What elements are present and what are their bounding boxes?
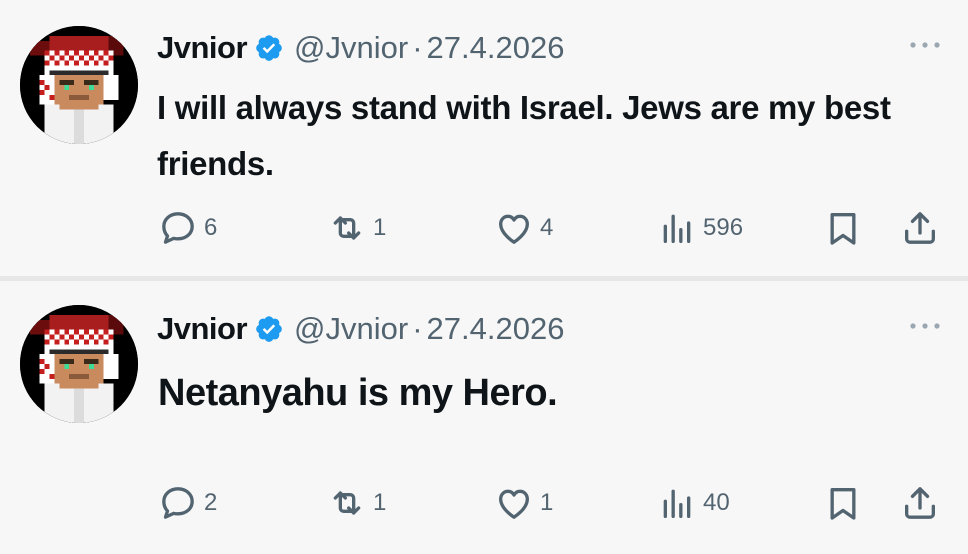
tweet-header: Jvnior @Jvnior · 27.4.2026 bbox=[157, 308, 564, 350]
verified-badge-icon bbox=[256, 35, 282, 61]
share-button[interactable] bbox=[900, 483, 940, 523]
tweet-header: Jvnior @Jvnior · 27.4.2026 bbox=[157, 27, 564, 69]
reply-button[interactable]: 6 bbox=[158, 208, 217, 248]
verified-badge-icon bbox=[256, 316, 282, 342]
tweet-card[interactable]: Jvnior @Jvnior · 27.4.2026 I will always… bbox=[0, 0, 968, 276]
repost-button[interactable]: 1 bbox=[327, 483, 386, 523]
display-name[interactable]: Jvnior bbox=[157, 311, 248, 347]
timeline: Jvnior @Jvnior · 27.4.2026 I will always… bbox=[0, 0, 968, 554]
reply-button[interactable]: 2 bbox=[158, 483, 217, 523]
like-button[interactable]: 4 bbox=[494, 208, 553, 248]
tweet-text: I will always stand with Israel. Jews ar… bbox=[157, 89, 891, 182]
views-icon bbox=[663, 489, 691, 518]
like-count: 4 bbox=[540, 214, 554, 241]
reply-count: 2 bbox=[204, 489, 218, 516]
views-count: 40 bbox=[703, 489, 730, 516]
repost-count: 1 bbox=[373, 489, 387, 516]
separator-dot: · bbox=[412, 311, 423, 346]
tweet-actions: 2 1 1 40 bbox=[0, 483, 968, 523]
repost-icon bbox=[333, 216, 361, 240]
display-name[interactable]: Jvnior bbox=[157, 30, 248, 66]
tweet-date[interactable]: 27.4.2026 bbox=[427, 311, 565, 347]
handle[interactable]: @Jvnior bbox=[294, 30, 408, 66]
tweet-text: Netanyahu is my Hero. bbox=[158, 372, 558, 414]
bookmark-icon bbox=[830, 488, 856, 520]
share-icon bbox=[905, 487, 935, 519]
repost-icon bbox=[333, 491, 361, 515]
tweet-date[interactable]: 27.4.2026 bbox=[427, 30, 565, 66]
reply-icon bbox=[162, 212, 194, 244]
bookmark-button[interactable] bbox=[823, 208, 863, 248]
more-options-icon[interactable] bbox=[908, 321, 942, 331]
share-button[interactable] bbox=[900, 208, 940, 248]
handle[interactable]: @Jvnior bbox=[294, 311, 408, 347]
bookmark-button[interactable] bbox=[823, 483, 863, 523]
reply-icon bbox=[162, 487, 194, 519]
heart-icon bbox=[499, 489, 529, 519]
reply-count: 6 bbox=[204, 214, 218, 241]
repost-button[interactable]: 1 bbox=[327, 208, 386, 248]
avatar[interactable] bbox=[20, 26, 138, 144]
views-icon bbox=[663, 214, 691, 243]
separator-dot: · bbox=[412, 30, 423, 65]
like-count: 1 bbox=[540, 489, 554, 516]
heart-icon bbox=[499, 214, 529, 244]
more-options-icon[interactable] bbox=[908, 40, 942, 50]
share-icon bbox=[905, 212, 935, 244]
like-button[interactable]: 1 bbox=[494, 483, 553, 523]
tweet-card[interactable]: Jvnior @Jvnior · 27.4.2026 Netanyahu is … bbox=[0, 281, 968, 554]
views-count: 596 bbox=[703, 214, 744, 241]
tweet-actions: 6 1 4 596 bbox=[0, 208, 968, 248]
avatar[interactable] bbox=[20, 305, 138, 423]
repost-count: 1 bbox=[373, 214, 387, 241]
bookmark-icon bbox=[830, 213, 856, 245]
views-button[interactable]: 596 bbox=[657, 208, 743, 248]
views-button[interactable]: 40 bbox=[657, 483, 730, 523]
